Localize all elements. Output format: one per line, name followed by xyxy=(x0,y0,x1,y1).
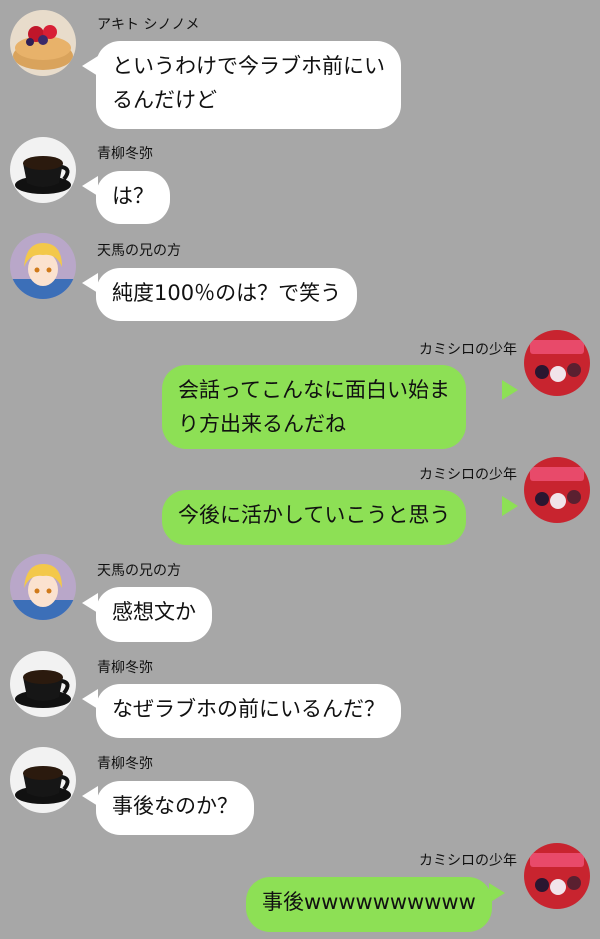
message-text-line: るんだけど xyxy=(112,88,217,112)
message-text-line: 純度100％のは？で笑う xyxy=(112,281,342,305)
sender-name: 青柳冬弥 xyxy=(97,756,153,772)
sender-name: カミシロの少年 xyxy=(419,853,517,869)
message-bubble[interactable]: なぜラブホの前にいるんだ？ xyxy=(96,684,401,738)
sender-name: 青柳冬弥 xyxy=(97,660,153,676)
message-text-line: は？ xyxy=(112,184,154,208)
red-poster-avatar-icon[interactable] xyxy=(524,843,590,909)
red-poster-avatar-icon[interactable] xyxy=(524,457,590,523)
bubble-tail xyxy=(502,496,518,516)
sender-name: 天馬の兄の方 xyxy=(97,563,181,579)
message-bubble[interactable]: 会話ってこんなに面白い始ま り方出来るんだね xyxy=(162,365,466,449)
blond-boy-avatar-icon[interactable] xyxy=(10,554,76,620)
sender-name: カミシロの少年 xyxy=(419,467,517,483)
message-text-line: 事後wwwwwwwwww xyxy=(262,890,476,914)
message-text-line: り方出来るんだね xyxy=(178,412,346,436)
blond-boy-avatar-icon[interactable] xyxy=(10,233,76,299)
coffee-cup-avatar-icon[interactable] xyxy=(10,747,76,813)
sender-name: 青柳冬弥 xyxy=(97,146,153,162)
message-bubble[interactable]: は？ xyxy=(96,171,170,224)
pancake-avatar-icon[interactable] xyxy=(10,10,76,76)
message-bubble[interactable]: 純度100％のは？で笑う xyxy=(96,268,358,321)
message-text-line: 今後に活かしていこうと思う xyxy=(178,503,451,527)
message-bubble[interactable]: 感想文か xyxy=(96,587,212,642)
sender-name: 天馬の兄の方 xyxy=(97,243,181,259)
message-text-line: 会話ってこんなに面白い始ま xyxy=(178,378,450,402)
coffee-cup-avatar-icon[interactable] xyxy=(10,651,76,717)
bubble-tail xyxy=(502,380,518,400)
sender-name: アキト シノノメ xyxy=(97,17,200,33)
red-poster-avatar-icon[interactable] xyxy=(524,330,590,396)
coffee-cup-avatar-icon[interactable] xyxy=(10,137,76,203)
sender-name: カミシロの少年 xyxy=(419,342,517,358)
message-bubble[interactable]: というわけで今ラブホ前にい るんだけど xyxy=(96,41,401,129)
message-text-line: 感想文か xyxy=(112,600,196,624)
message-bubble[interactable]: 事後wwwwwwwwww xyxy=(246,877,492,932)
message-text-line: 事後なのか？ xyxy=(112,794,238,818)
message-text-line: というわけで今ラブホ前にい xyxy=(112,54,385,78)
message-text-line: なぜラブホの前にいるんだ？ xyxy=(112,697,385,721)
message-bubble[interactable]: 事後なのか？ xyxy=(96,781,254,835)
message-bubble[interactable]: 今後に活かしていこうと思う xyxy=(162,490,467,545)
